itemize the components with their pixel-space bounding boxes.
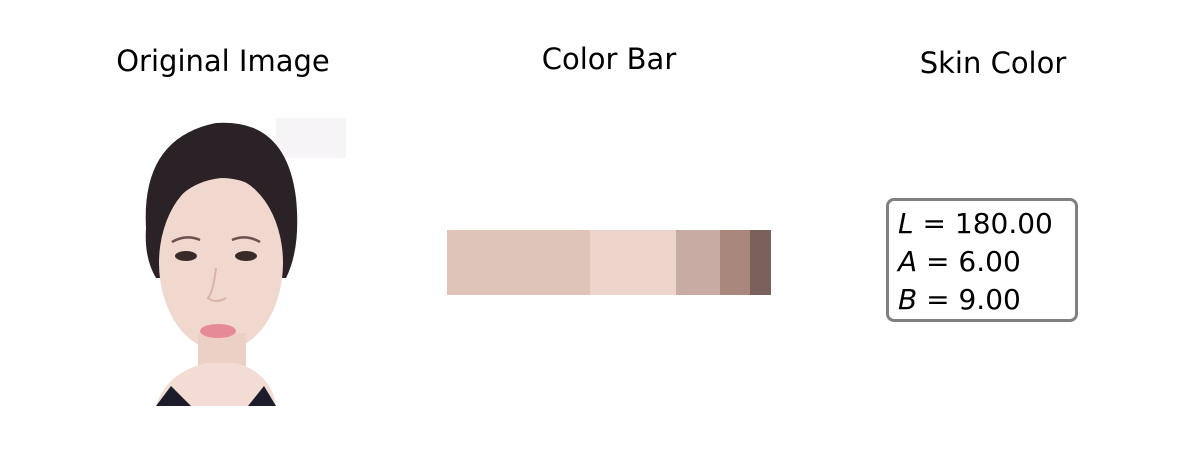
b-value-line: B = 9.00 xyxy=(898,283,1021,316)
color-bar-segment-3 xyxy=(675,230,720,295)
color-bar xyxy=(447,230,771,295)
l-value: 180.00 xyxy=(954,207,1053,240)
a-value-line: A = 6.00 xyxy=(898,245,1021,278)
color-bar-segment-4 xyxy=(719,230,750,295)
color-bar-segment-1 xyxy=(447,230,590,295)
color-bar-title: Color Bar xyxy=(541,42,677,76)
lab-values-box: L = 180.00 A = 6.00 B = 9.00 xyxy=(886,198,1078,322)
l-value-line: L = 180.00 xyxy=(898,207,1053,240)
color-bar-segment-2 xyxy=(589,230,676,295)
original-image-title: Original Image xyxy=(116,44,330,78)
a-value: 6.00 xyxy=(958,245,1021,278)
color-bar-segment-5 xyxy=(749,230,771,295)
portrait-photo xyxy=(145,118,346,406)
skin-color-title: Skin Color xyxy=(919,46,1067,80)
b-value: 9.00 xyxy=(958,283,1021,316)
